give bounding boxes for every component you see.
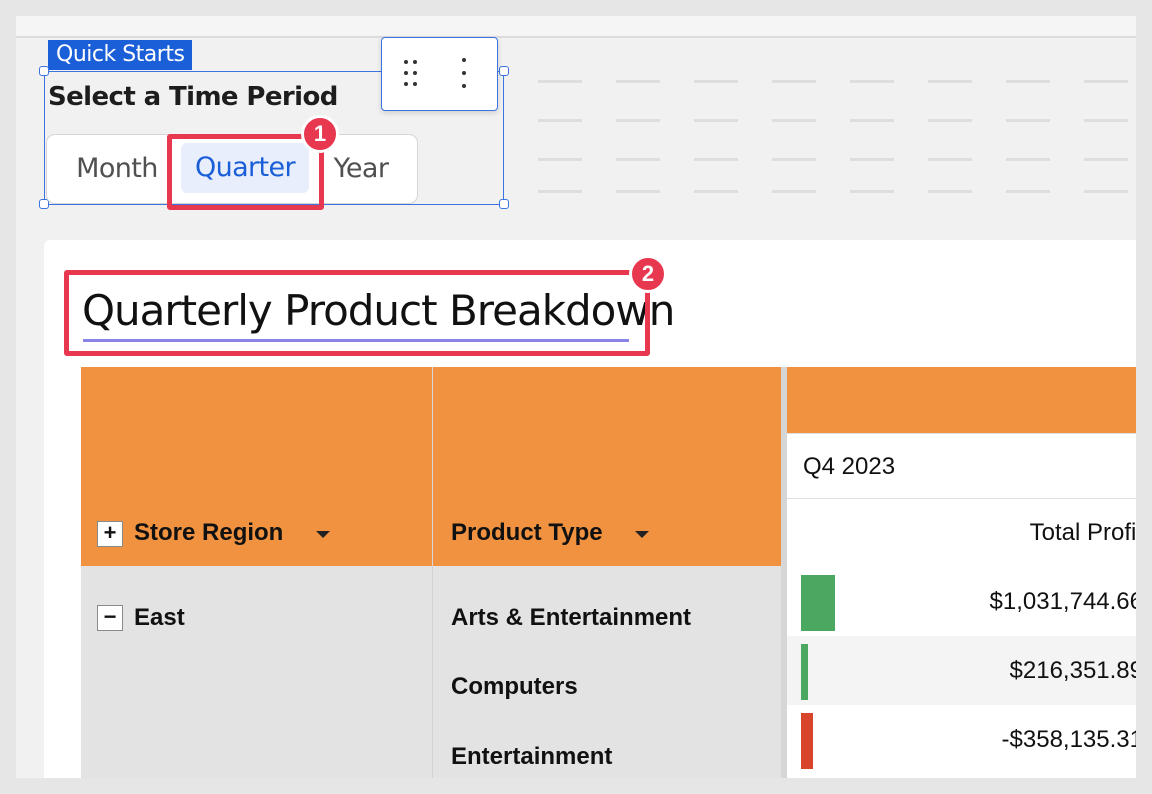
row-region-east[interactable]: East — [134, 604, 185, 632]
control-label: Select a Time Period — [48, 82, 338, 112]
profit-value: -$358,135.31 — [1001, 726, 1136, 753]
table-row[interactable]: $216,351.89 — [787, 636, 1136, 705]
resize-handle[interactable] — [499, 66, 509, 76]
header-store-region[interactable]: Store Region — [134, 519, 283, 547]
data-bar — [801, 575, 835, 631]
table-row[interactable]: -$358,135.31 — [787, 705, 1136, 774]
measure-label: Total Profit — [1029, 519, 1136, 546]
profit-value: $1,031,744.66 — [989, 588, 1136, 615]
drag-handle-icon[interactable] — [392, 47, 428, 99]
dashboard-canvas: Quick Starts Select a Time Period Month … — [16, 16, 1136, 778]
resize-handle[interactable] — [39, 66, 49, 76]
layout-guide — [538, 80, 1136, 83]
row-header-divider — [432, 566, 433, 778]
header-total-profit[interactable]: Total Profit — [787, 500, 1136, 566]
row-product-type[interactable]: Computers — [451, 673, 578, 701]
callout-highlight-title — [64, 270, 650, 356]
callout-badge-2: 2 — [629, 255, 667, 293]
chevron-down-icon[interactable] — [316, 531, 330, 538]
collapse-icon[interactable]: − — [97, 605, 123, 631]
more-vertical-icon[interactable] — [448, 47, 484, 99]
callout-highlight-quarter — [167, 134, 324, 210]
segment-month[interactable]: Month — [57, 135, 177, 202]
data-bar — [801, 713, 813, 769]
quarter-label: Q4 2023 — [803, 453, 896, 480]
element-toolbar — [381, 37, 498, 111]
layout-guide — [538, 190, 1136, 193]
profit-value: $216,351.89 — [1009, 657, 1136, 684]
column-header-band — [787, 367, 1136, 433]
quick-starts-tag[interactable]: Quick Starts — [48, 40, 193, 70]
layout-guide — [538, 119, 1136, 122]
callout-badge-1: 1 — [301, 115, 339, 153]
layout-guide — [538, 158, 1136, 161]
expand-icon[interactable]: + — [97, 521, 123, 547]
header-product-type[interactable]: Product Type — [451, 519, 603, 547]
canvas-top-bar — [16, 16, 1136, 38]
row-product-type[interactable]: Entertainment — [451, 743, 612, 771]
header-quarter[interactable]: Q4 2023 — [787, 433, 1136, 499]
segment-year[interactable]: Year — [329, 135, 393, 202]
chevron-down-icon[interactable] — [635, 531, 649, 538]
header-divider — [432, 367, 433, 566]
table-row[interactable]: $1,031,744.66 — [787, 567, 1136, 636]
row-header-area — [81, 566, 781, 778]
data-bar — [801, 644, 808, 700]
row-product-type[interactable]: Arts & Entertainment — [451, 604, 691, 632]
resize-handle[interactable] — [499, 199, 509, 209]
